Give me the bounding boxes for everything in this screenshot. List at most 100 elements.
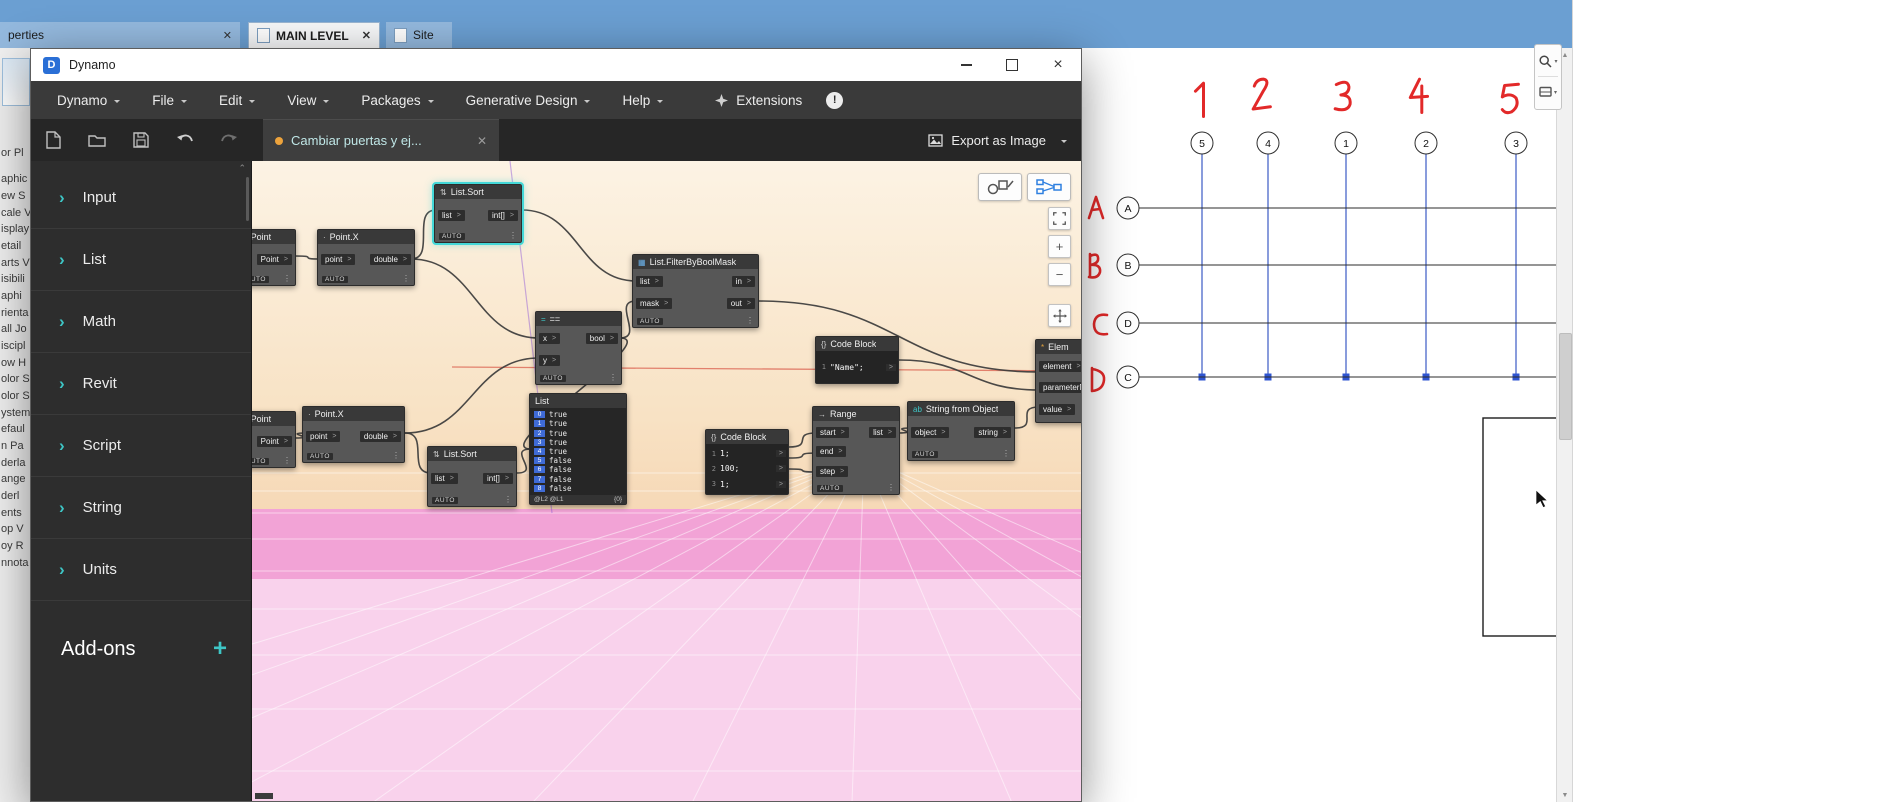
port-element[interactable]: element > [1039, 361, 1081, 373]
port-y[interactable]: y > [539, 354, 561, 366]
string-from-object[interactable]: ab String from Object object > string > AUTO ⋮ [907, 401, 1015, 461]
zoom-fit-button[interactable] [1048, 207, 1071, 230]
vertical-scrollbar[interactable]: ▲ ▼ [1556, 48, 1572, 802]
close-button[interactable]: × [1035, 49, 1081, 81]
port-value[interactable]: value > [1039, 403, 1076, 415]
port-string[interactable]: string > [974, 427, 1011, 438]
tab-close-icon[interactable]: ✕ [223, 29, 232, 42]
save-button[interactable] [119, 119, 163, 161]
sidebar-item-revit[interactable]: › Revit [31, 353, 251, 415]
port-marker-icon[interactable]: > [775, 450, 786, 458]
port-marker-icon[interactable]: > [775, 480, 786, 488]
scroll-up-icon[interactable]: ⌃ [238, 163, 246, 174]
point-x-1[interactable]: · Point.X point > double > AUTO ⋮ [317, 229, 415, 286]
list-sort-1[interactable]: ⇅ List.Sort list > int[] > AUTO ⋮ [432, 182, 524, 245]
range[interactable]: → Range start > list > end > step > AUTO ⋮ [812, 406, 900, 495]
sidebar-scrollbar-thumb[interactable] [246, 177, 249, 221]
port-list[interactable]: list > [438, 209, 465, 221]
view-tab-main-level[interactable]: MAIN LEVEL ✕ [248, 22, 380, 48]
port-point[interactable]: Point > [256, 253, 292, 265]
port-int[interactable]: int[] > [488, 209, 518, 221]
add-package-icon[interactable]: + [213, 635, 227, 663]
structural-grids[interactable]: 5 4 1 2 3 A B D C [1116, 131, 1556, 389]
scrollbar-thumb[interactable] [1559, 333, 1572, 440]
notifications-icon[interactable]: ! [826, 91, 844, 109]
menu-file[interactable]: File [136, 81, 203, 119]
node-options-icon[interactable]: ⋮ [392, 452, 400, 460]
port-point[interactable]: Point > [256, 435, 292, 447]
export-as-image-button[interactable]: Export as Image [928, 119, 1067, 161]
code-block-body[interactable]: 1 "Name"; > [816, 351, 898, 383]
point-1[interactable]: ·PointPoint>AUTO⋮ [252, 229, 296, 286]
port-double[interactable]: double > [369, 253, 411, 265]
point-x-2[interactable]: · Point.X point > double > AUTO ⋮ [302, 406, 405, 463]
view-tab-perties[interactable]: perties ✕ [0, 22, 240, 48]
node-options-icon[interactable]: ⋮ [746, 317, 754, 325]
graph-canvas[interactable]: ⇅List.Sortlist>int[]>AUTO⋮·PointPoint>AU… [252, 161, 1081, 801]
new-file-button[interactable] [31, 119, 75, 161]
menu-view[interactable]: View [271, 81, 345, 119]
node-options-icon[interactable]: ⋮ [1002, 450, 1010, 458]
port-list[interactable]: list > [636, 276, 663, 288]
menu-generative-design[interactable]: Generative Design [450, 81, 607, 119]
menu-extensions[interactable]: Extensions [705, 81, 812, 119]
code-block-body[interactable]: 1 1; >2 100; >3 1; > [706, 444, 788, 494]
port-bool[interactable]: bool > [585, 333, 618, 345]
port-marker-icon[interactable]: > [885, 363, 896, 371]
view-tab-site[interactable]: Site [386, 22, 452, 48]
open-file-button[interactable] [75, 119, 119, 161]
port-in[interactable]: in > [731, 276, 755, 288]
zoom-tool-button[interactable]: ▾ [1537, 49, 1559, 73]
sidebar-item-list[interactable]: › List [31, 229, 251, 291]
port-out[interactable]: out > [726, 297, 755, 309]
zoom-out-button[interactable]: − [1048, 263, 1071, 286]
maximize-button[interactable] [989, 49, 1035, 81]
node-options-icon[interactable]: ⋮ [402, 275, 410, 283]
graph-view-button[interactable] [1027, 173, 1071, 201]
menu-packages[interactable]: Packages [345, 81, 449, 119]
node-options-icon[interactable]: ⋮ [504, 496, 512, 504]
node-options-icon[interactable]: ⋮ [283, 457, 291, 465]
node-options-icon[interactable]: ⋮ [509, 232, 517, 240]
list-filter-by-bool-mask[interactable]: ▦ List.FilterByBoolMask list > in > mask > out > A… [632, 254, 759, 328]
undo-button[interactable] [163, 119, 207, 161]
navigation-bar[interactable]: ▾ ▾ [1534, 44, 1562, 110]
code-block-1[interactable]: {} Code Block 1 "Name"; > [815, 336, 899, 384]
port-step[interactable]: step > [816, 465, 849, 477]
steering-wheel-button[interactable]: ▾ [1537, 80, 1559, 104]
workspace-tab[interactable]: Cambiar puertas y ej... ✕ [263, 119, 499, 161]
redo-button[interactable] [207, 119, 251, 161]
watch-list[interactable]: List 0 true 1 true 2 true 3 true 4 true 5 false 6 fals… [529, 393, 627, 505]
menu-help[interactable]: Help [606, 81, 679, 119]
sidebar-item-input[interactable]: › Input [31, 167, 251, 229]
port-start[interactable]: start > [816, 427, 849, 439]
port-end[interactable]: end > [816, 446, 847, 458]
type-selector-thumbnail[interactable] [2, 58, 30, 106]
tab-close-icon[interactable]: ✕ [362, 29, 371, 42]
addons-section[interactable]: Add-ons + [31, 619, 251, 679]
element-set-parameter[interactable]: *Elem element > parameterNa> value > [1035, 339, 1081, 423]
zoom-in-button[interactable]: + [1048, 235, 1071, 258]
port-marker-icon[interactable]: > [775, 465, 786, 473]
port-int[interactable]: int[] > [483, 472, 513, 484]
equals[interactable]: = == x > bool > y > AUTO ⋮ [535, 311, 622, 385]
port-list[interactable]: list > [869, 427, 896, 439]
list-sort-2[interactable]: ⇅ List.Sort list > int[] > AUTO ⋮ [427, 446, 517, 507]
port-list[interactable]: list > [431, 472, 458, 484]
port-parameterna[interactable]: parameterNa> [1039, 382, 1081, 394]
scroll-down-arrow[interactable]: ▼ [1557, 788, 1573, 802]
node-options-icon[interactable]: ⋮ [609, 374, 617, 382]
sidebar-item-math[interactable]: › Math [31, 291, 251, 353]
sidebar-item-units[interactable]: › Units [31, 539, 251, 601]
port-x[interactable]: x > [539, 333, 561, 345]
pan-button[interactable] [1048, 304, 1071, 327]
menu-edit[interactable]: Edit [203, 81, 271, 119]
point-2[interactable]: ·PointPoint>AUTO⋮ [252, 411, 296, 468]
workspace-tab-close-icon[interactable]: ✕ [477, 134, 487, 148]
title-bar[interactable]: D Dynamo × [31, 49, 1081, 81]
menu-dynamo[interactable]: Dynamo [41, 81, 136, 119]
code-block-2[interactable]: {} Code Block 1 1; >2 100; >3 1; > [705, 429, 789, 495]
node-options-icon[interactable]: ⋮ [283, 275, 291, 283]
sidebar-item-string[interactable]: › String [31, 477, 251, 539]
node-options-icon[interactable]: ⋮ [887, 484, 895, 492]
